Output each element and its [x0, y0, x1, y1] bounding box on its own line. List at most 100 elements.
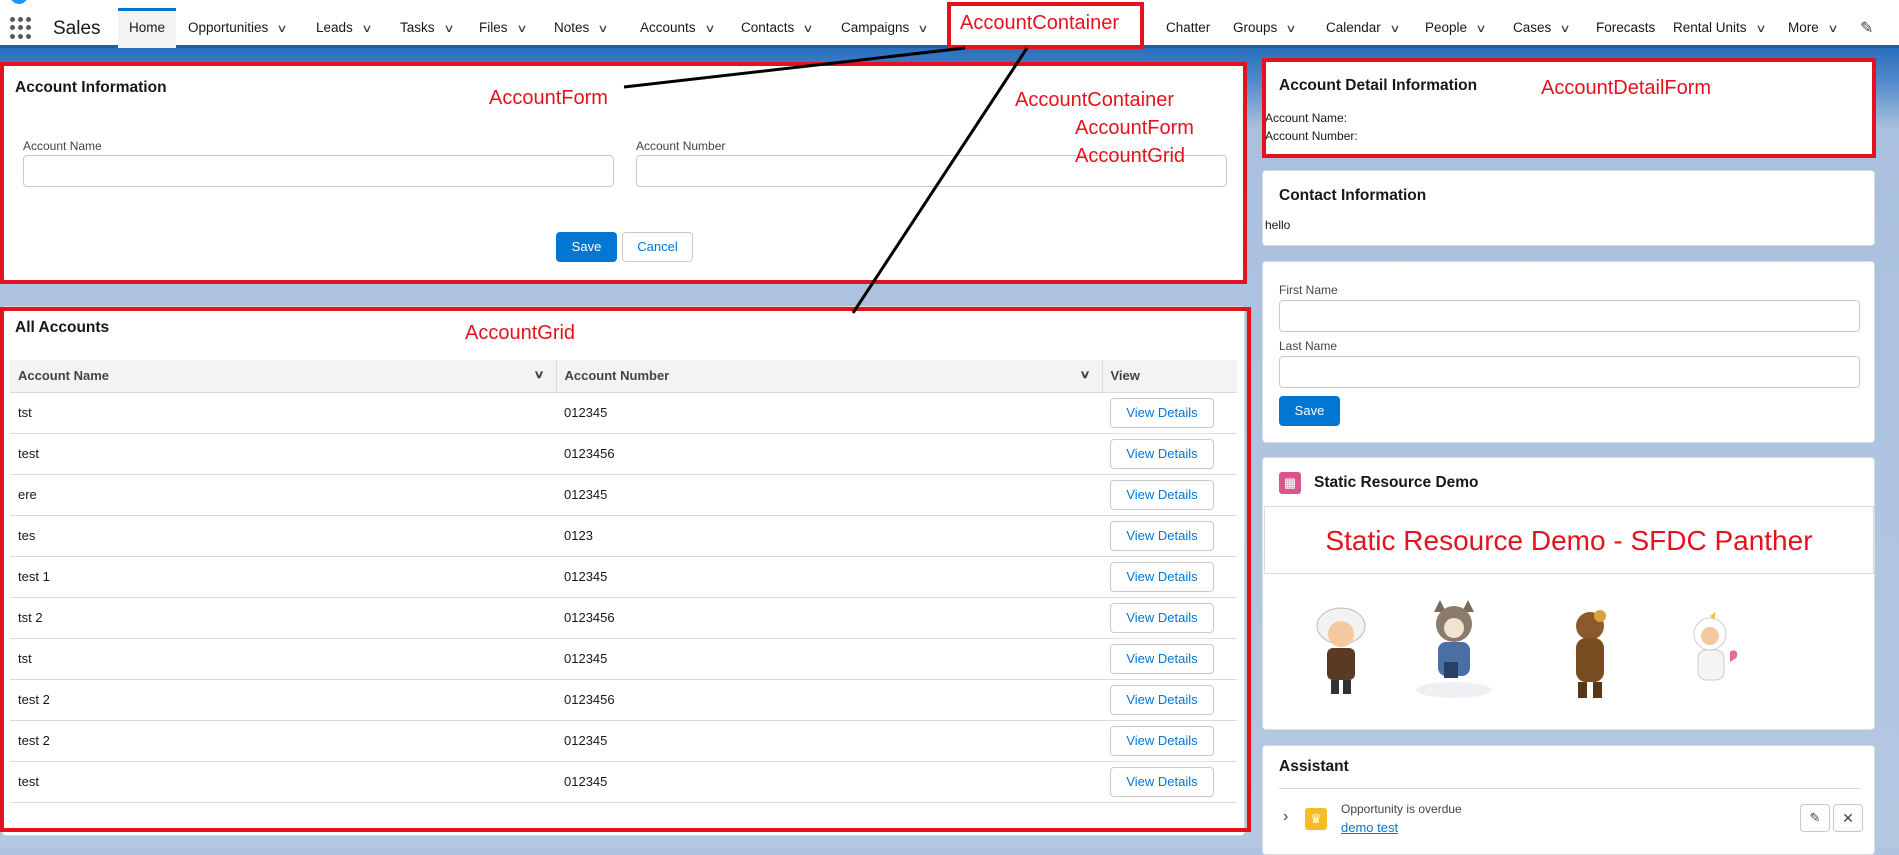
view-cell: View Details: [1102, 720, 1237, 762]
nav-item-label: People: [1425, 20, 1468, 35]
first-name-input[interactable]: [1279, 300, 1860, 332]
nav-item-tasks[interactable]: Tasks ∨: [400, 8, 454, 49]
chevron-down-icon[interactable]: ∨: [443, 9, 454, 49]
annotation-stack-form: AccountForm: [1075, 117, 1194, 139]
nav-item-label: Groups: [1233, 20, 1278, 35]
column-header-account-number[interactable]: Account Number ∨: [555, 360, 1102, 393]
nav-item-files[interactable]: Files ∨: [479, 8, 527, 49]
chevron-down-icon[interactable]: ∨: [516, 9, 527, 49]
nav-item-chatter[interactable]: Chatter: [1166, 8, 1210, 48]
nav-item-more[interactable]: More ∨: [1788, 8, 1838, 49]
chevron-down-icon[interactable]: ∨: [1286, 9, 1297, 49]
bear-mascot-icon: [1576, 610, 1606, 698]
chevron-right-icon[interactable]: ›: [1283, 808, 1288, 826]
nav-item-home[interactable]: Home: [118, 8, 177, 48]
view-details-button[interactable]: View Details: [1110, 725, 1214, 756]
nav-item-label: Campaigns: [841, 20, 910, 35]
nav-item-accounts[interactable]: Accounts ∨: [640, 8, 715, 49]
nav-item-calendar[interactable]: Calendar ∨: [1326, 8, 1400, 49]
chevron-down-icon[interactable]: ∨: [1475, 9, 1486, 49]
chevron-down-icon[interactable]: ∨: [918, 9, 929, 49]
account-number-cell: 012345: [556, 638, 1102, 680]
nav-item-groups[interactable]: Groups ∨: [1233, 8, 1297, 49]
account-name-cell: test 1: [10, 556, 556, 598]
edit-nav-icon[interactable]: ✎: [1860, 18, 1873, 38]
column-header-account-name[interactable]: Account Name ∨: [10, 360, 556, 393]
table-row: test 1 012345 View Details: [10, 556, 1237, 598]
edit-icon[interactable]: ✎: [1800, 804, 1830, 832]
table-row: test 012345 View Details: [10, 761, 1237, 803]
nav-item-label: Files: [479, 20, 508, 35]
nav-item-label: Leads: [316, 20, 353, 35]
nav-item-label: Tasks: [400, 20, 435, 35]
cancel-button[interactable]: Cancel: [622, 232, 693, 262]
nav-item-leads[interactable]: Leads ∨: [316, 8, 372, 49]
chevron-down-icon[interactable]: ∨: [1827, 9, 1838, 49]
view-cell: View Details: [1102, 556, 1237, 598]
nav-item-people[interactable]: People ∨: [1425, 8, 1487, 49]
chevron-down-icon[interactable]: ∨: [534, 368, 545, 381]
chevron-down-icon[interactable]: ∨: [277, 9, 288, 49]
account-detail-name-label: Account Name:: [1265, 111, 1348, 125]
chevron-down-icon[interactable]: ∨: [803, 9, 814, 49]
account-number-cell: 0123456: [556, 679, 1102, 721]
nav-item-label: Contacts: [741, 20, 795, 35]
view-details-button[interactable]: View Details: [1110, 602, 1214, 633]
nav-item-label: Chatter: [1166, 20, 1211, 35]
view-cell: View Details: [1102, 433, 1237, 475]
view-details-button[interactable]: View Details: [1110, 643, 1214, 674]
view-cell: View Details: [1102, 679, 1237, 721]
save-button[interactable]: Save: [556, 232, 617, 262]
close-icon[interactable]: ✕: [1833, 804, 1863, 832]
table-row: tst 012345 View Details: [10, 638, 1237, 680]
view-details-button[interactable]: View Details: [1110, 684, 1214, 715]
last-name-input[interactable]: [1279, 356, 1860, 388]
accounts-table: Account Name ∨ Account Number ∨ View tst 01…: [10, 360, 1237, 803]
view-cell: View Details: [1102, 474, 1237, 516]
chevron-down-icon[interactable]: ∨: [1080, 368, 1091, 381]
account-detail-title: Account Detail Information: [1279, 77, 1478, 94]
nav-item-rental-units[interactable]: Rental Units ∨: [1673, 8, 1766, 49]
crown-icon: ♛: [1305, 808, 1327, 830]
contact-save-button[interactable]: Save: [1279, 396, 1340, 426]
account-name-input[interactable]: [23, 155, 614, 187]
view-details-button[interactable]: View Details: [1110, 520, 1214, 551]
account-number-cell: 0123456: [556, 433, 1102, 475]
account-name-cell: tst: [10, 638, 556, 680]
nav-item-opportunities[interactable]: Opportunities ∨: [188, 8, 288, 49]
app-launcher-icon[interactable]: [10, 17, 32, 39]
view-details-button[interactable]: View Details: [1110, 397, 1214, 428]
account-number-cell: 012345: [556, 761, 1102, 803]
last-name-label: Last Name: [1279, 339, 1338, 353]
nav-item-contacts[interactable]: Contacts ∨: [741, 8, 814, 49]
nav-item-campaigns[interactable]: Campaigns ∨: [841, 8, 929, 49]
static-resource-title: Static Resource Demo: [1314, 474, 1479, 491]
nav-item-forecasts[interactable]: Forecasts: [1596, 8, 1655, 48]
account-number-cell: 012345: [556, 556, 1102, 598]
account-grid-title: All Accounts: [15, 319, 110, 336]
view-details-button[interactable]: View Details: [1110, 561, 1214, 592]
account-name-cell: ere: [10, 474, 556, 516]
view-cell: View Details: [1102, 515, 1237, 557]
chevron-down-icon[interactable]: ∨: [704, 9, 715, 49]
view-details-button[interactable]: View Details: [1110, 766, 1214, 797]
chevron-down-icon[interactable]: ∨: [1560, 9, 1571, 49]
account-name-label: Account Name: [23, 139, 102, 153]
account-number-cell: 0123456: [556, 597, 1102, 639]
account-name-cell: tes: [10, 515, 556, 557]
chevron-down-icon[interactable]: ∨: [1755, 9, 1766, 49]
contact-info-text: hello: [1265, 218, 1291, 232]
nav-item-cases[interactable]: Cases ∨: [1513, 8, 1571, 49]
table-row: test 0123456 View Details: [10, 433, 1237, 475]
account-name-cell: test 2: [10, 720, 556, 762]
chevron-down-icon[interactable]: ∨: [598, 9, 609, 49]
table-row: tst 012345 View Details: [10, 392, 1237, 434]
view-details-button[interactable]: View Details: [1110, 438, 1214, 469]
view-details-button[interactable]: View Details: [1110, 479, 1214, 510]
assistant-item-link[interactable]: demo test: [1341, 820, 1398, 835]
chevron-down-icon[interactable]: ∨: [361, 9, 372, 49]
chevron-down-icon[interactable]: ∨: [1389, 9, 1400, 49]
static-resource-banner: Static Resource Demo - SFDC Panther: [1264, 506, 1874, 574]
table-row: tst 2 0123456 View Details: [10, 597, 1237, 639]
nav-item-notes[interactable]: Notes ∨: [554, 8, 609, 49]
